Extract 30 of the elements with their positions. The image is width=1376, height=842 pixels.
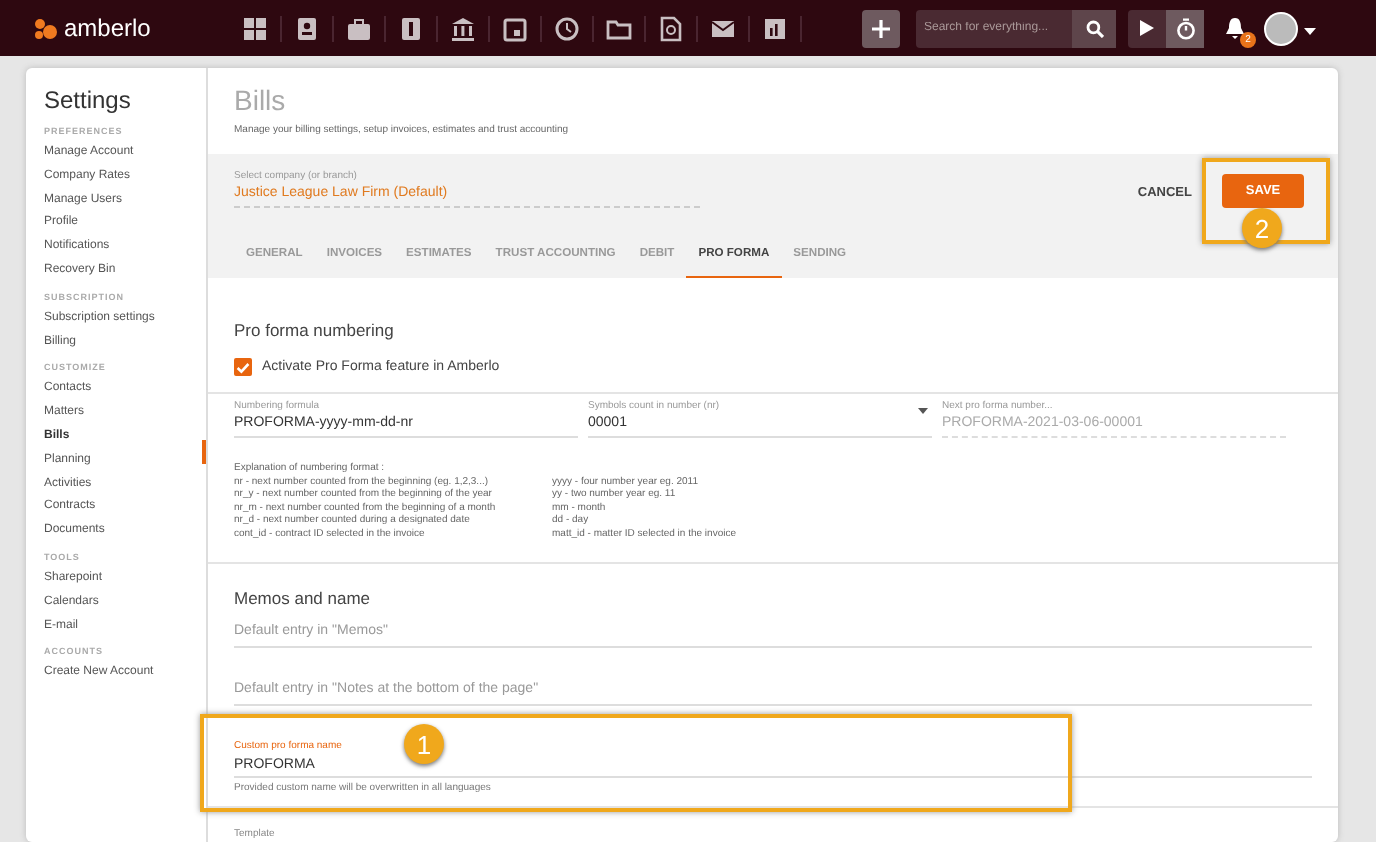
avatar[interactable] [1264,11,1298,45]
bell-icon[interactable] [1224,16,1246,40]
briefcase-icon[interactable] [346,15,372,41]
file-search-icon[interactable] [658,15,684,41]
mail-icon[interactable] [710,15,736,41]
section-heading: Pro forma numbering [234,320,396,340]
stopwatch-button[interactable] [1166,9,1204,47]
id-card-icon[interactable] [294,15,320,41]
document-icon[interactable] [398,15,424,41]
stopwatch-icon [1175,17,1195,39]
section-heading: Memos and name [234,587,373,608]
plus-icon [872,19,890,37]
search-button[interactable] [1072,9,1116,47]
logo-icon [34,17,58,39]
logo-text: amberlo [64,14,151,42]
history-icon[interactable] [554,15,580,41]
add-button[interactable] [862,9,900,47]
grid-icon[interactable] [242,15,268,41]
caret-icon[interactable] [1304,28,1316,36]
play-icon [1140,20,1154,36]
folder-icon[interactable] [606,15,632,41]
chart-icon[interactable] [762,15,788,41]
dropdown-icon [918,408,928,414]
selection-indicator [202,440,206,464]
search-icon [1085,19,1103,37]
checkbox[interactable] [234,358,252,376]
calendar-icon[interactable] [502,15,528,41]
page-title: Bills [234,84,288,116]
bank-icon[interactable] [450,15,476,41]
sidebar-title: Settings [44,86,133,114]
